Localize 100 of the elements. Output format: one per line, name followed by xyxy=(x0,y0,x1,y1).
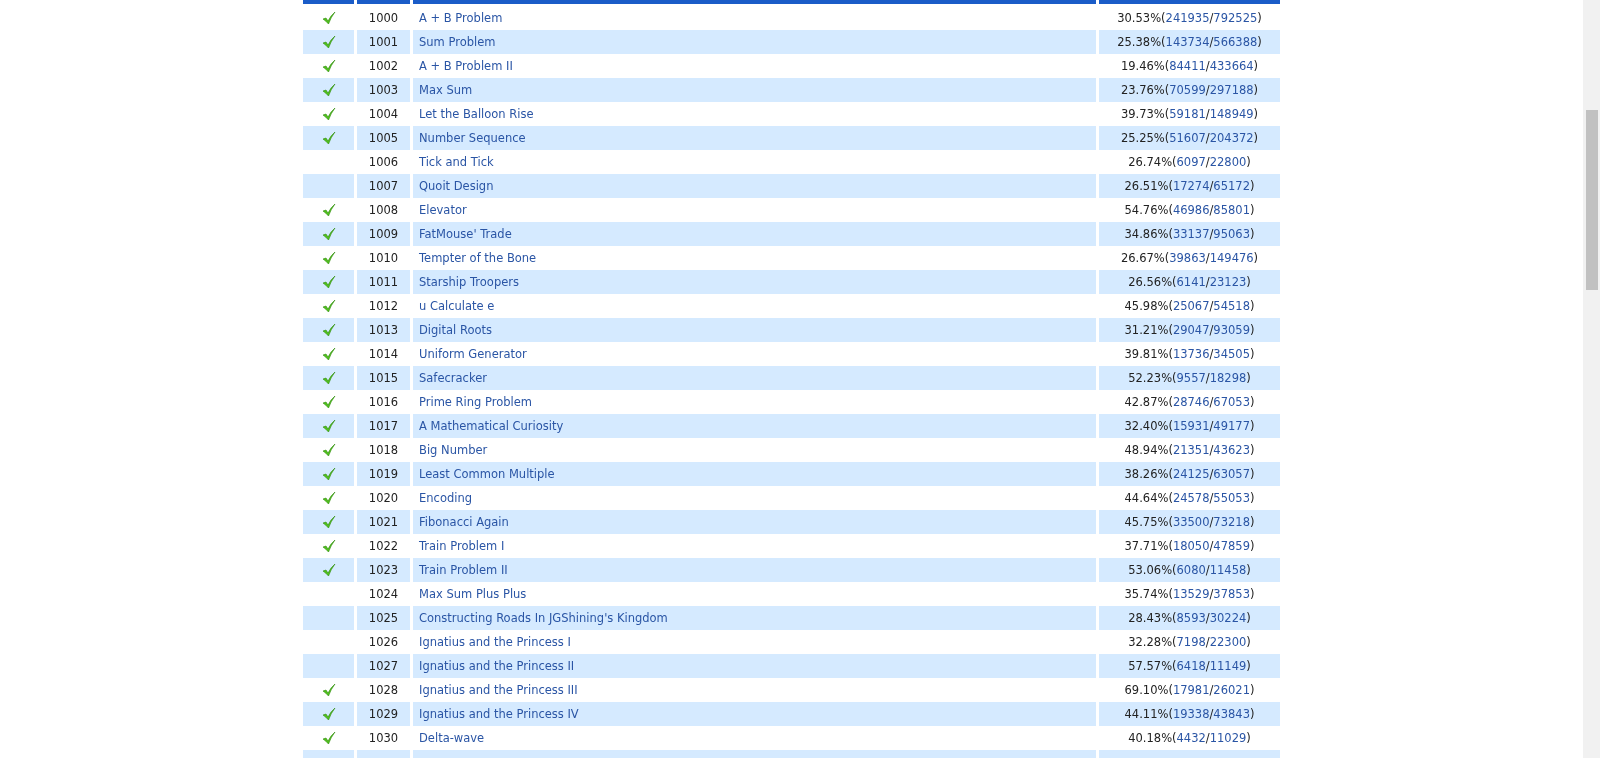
accepted-link[interactable]: 28746 xyxy=(1172,395,1210,409)
accepted-link[interactable]: 9557 xyxy=(1176,371,1206,385)
accepted-link[interactable]: 13529 xyxy=(1172,587,1210,601)
problem-title-link[interactable]: Ignatius and the Princess III xyxy=(413,678,1096,702)
accepted-link[interactable]: 33137 xyxy=(1172,227,1210,241)
problem-title-link[interactable]: A + B Problem xyxy=(413,6,1096,30)
accepted-link[interactable]: 15931 xyxy=(1172,419,1210,433)
accepted-link[interactable]: 46986 xyxy=(1172,203,1210,217)
problem-title-link[interactable]: FatMouse' Trade xyxy=(413,222,1096,246)
submissions-link[interactable]: 65172 xyxy=(1213,179,1250,193)
submissions-link[interactable]: 37853 xyxy=(1213,587,1250,601)
problem-title-link[interactable]: A Mathematical Curiosity xyxy=(413,414,1096,438)
submissions-link[interactable]: 67053 xyxy=(1213,395,1250,409)
submissions-link[interactable]: 85801 xyxy=(1213,203,1250,217)
problem-title-link[interactable]: Big Number xyxy=(413,438,1096,462)
problem-title-link[interactable]: Constructing Roads In JGShining's Kingdom xyxy=(413,606,1096,630)
problem-title-link[interactable]: A + B Problem II xyxy=(413,54,1096,78)
accepted-link[interactable]: 17981 xyxy=(1172,683,1210,697)
submissions-link[interactable]: 22300 xyxy=(1209,635,1247,649)
problem-id: 1026 xyxy=(367,634,400,651)
problem-title-link[interactable]: Safecracker xyxy=(413,366,1096,390)
problem-title-link[interactable]: Fibonacci Again xyxy=(413,510,1096,534)
accepted-link[interactable]: 51607 xyxy=(1169,131,1206,145)
accepted-link[interactable]: 13736 xyxy=(1172,347,1210,361)
submissions-link[interactable]: 43843 xyxy=(1213,707,1250,721)
problem-title-link[interactable]: u Calculate e xyxy=(413,294,1096,318)
problem-title-link[interactable]: Ignatius and the Princess IV xyxy=(413,702,1096,726)
scrollbar-thumb[interactable] xyxy=(1585,110,1598,290)
submissions-link[interactable]: 54518 xyxy=(1213,299,1250,313)
problem-title-link[interactable]: Ignatius and the Princess I xyxy=(413,630,1096,654)
submissions-link[interactable]: 43623 xyxy=(1213,443,1250,457)
accepted-link[interactable]: 24125 xyxy=(1172,467,1210,481)
accepted-link[interactable]: 33500 xyxy=(1172,515,1210,529)
submissions-link[interactable]: 566388 xyxy=(1213,35,1258,49)
submissions-link[interactable]: 26021 xyxy=(1213,683,1250,697)
accepted-link[interactable]: 18050 xyxy=(1172,539,1210,553)
accepted-link[interactable]: 6080 xyxy=(1176,563,1206,577)
submissions-link[interactable]: 55053 xyxy=(1213,491,1250,505)
submissions-link[interactable]: 95063 xyxy=(1213,227,1250,241)
submissions-link[interactable]: 11029 xyxy=(1209,731,1247,745)
problem-title-link[interactable]: Prime Ring Problem xyxy=(413,390,1096,414)
problem-title-link[interactable]: Tempter of the Bone xyxy=(413,246,1096,270)
problem-id: 1018 xyxy=(367,442,400,459)
accepted-link[interactable]: 7198 xyxy=(1176,635,1206,649)
accepted-link[interactable]: 29047 xyxy=(1172,323,1210,337)
problem-title-link[interactable]: Sum Problem xyxy=(413,30,1096,54)
submissions-link[interactable]: 148949 xyxy=(1209,107,1254,121)
accepted-link[interactable]: 21351 xyxy=(1172,443,1210,457)
submissions-link[interactable]: 23123 xyxy=(1209,275,1247,289)
accepted-link[interactable]: 17274 xyxy=(1172,179,1210,193)
accepted-link[interactable]: 6418 xyxy=(1176,659,1206,673)
problem-id: 1013 xyxy=(357,318,410,342)
problem-title-link[interactable]: Uniform Generator xyxy=(413,342,1096,366)
submissions-link[interactable]: 63057 xyxy=(1213,467,1250,481)
problem-title-link[interactable]: Max Sum xyxy=(413,78,1096,102)
submissions-link[interactable]: 34505 xyxy=(1213,347,1250,361)
ratio-cell: 31.21%(29047/93059) xyxy=(1099,318,1280,342)
accepted-link[interactable]: 8593 xyxy=(1176,611,1206,625)
problem-title-link[interactable]: Elevator xyxy=(413,198,1096,222)
problem-title-link[interactable]: Number Sequence xyxy=(413,126,1096,150)
problem-title-link[interactable]: Quoit Design xyxy=(413,174,1096,198)
problem-title-link[interactable]: Let the Balloon Rise xyxy=(413,102,1096,126)
accepted-link[interactable]: 6097 xyxy=(1176,155,1206,169)
problem-title-link[interactable]: Max Sum Plus Plus xyxy=(413,582,1096,606)
submissions-link[interactable]: 11149 xyxy=(1209,659,1247,673)
submissions-link[interactable]: 22800 xyxy=(1209,155,1247,169)
ratio-cell-text: 26.67%(39863/149476) xyxy=(1119,250,1260,267)
problem-title-link[interactable]: Train Problem II xyxy=(413,558,1096,582)
accepted-link[interactable]: 84411 xyxy=(1169,59,1206,73)
problem-title-link[interactable]: Delta-wave xyxy=(413,726,1096,750)
ratio-cell-text: 39.73%(59181/148949) xyxy=(1119,106,1260,123)
problem-title-link[interactable]: Train Problem I xyxy=(413,534,1096,558)
submissions-link[interactable]: 30224 xyxy=(1209,611,1247,625)
submissions-link[interactable]: 47859 xyxy=(1213,539,1250,553)
accepted-link[interactable]: 4432 xyxy=(1176,731,1206,745)
problem-title-link[interactable]: Encoding xyxy=(413,486,1096,510)
submissions-link[interactable]: 297188 xyxy=(1209,83,1254,97)
submissions-link[interactable]: 433664 xyxy=(1209,59,1254,73)
submissions-link[interactable]: 93059 xyxy=(1213,323,1250,337)
accepted-link[interactable]: 25067 xyxy=(1172,299,1210,313)
accepted-link[interactable]: 70599 xyxy=(1169,83,1206,97)
submissions-link[interactable]: 18298 xyxy=(1209,371,1247,385)
accepted-link[interactable]: 143734 xyxy=(1165,35,1210,49)
accepted-link[interactable]: 39863 xyxy=(1169,251,1206,265)
problem-title-link[interactable]: Tick and Tick xyxy=(413,150,1096,174)
submissions-link[interactable]: 49177 xyxy=(1213,419,1250,433)
submissions-link[interactable]: 149476 xyxy=(1209,251,1254,265)
problem-title-link[interactable]: Least Common Multiple xyxy=(413,462,1096,486)
accepted-link[interactable]: 241935 xyxy=(1165,11,1210,25)
problem-title-link[interactable]: Digital Roots xyxy=(413,318,1096,342)
submissions-link[interactable]: 792525 xyxy=(1213,11,1258,25)
submissions-link[interactable]: 11458 xyxy=(1209,563,1247,577)
problem-title-link[interactable]: Starship Troopers xyxy=(413,270,1096,294)
accepted-link[interactable]: 24578 xyxy=(1172,491,1210,505)
submissions-link[interactable]: 73218 xyxy=(1213,515,1250,529)
accepted-link[interactable]: 6141 xyxy=(1176,275,1206,289)
accepted-link[interactable]: 59181 xyxy=(1169,107,1206,121)
accepted-link[interactable]: 19338 xyxy=(1172,707,1210,721)
problem-title-link[interactable]: Ignatius and the Princess II xyxy=(413,654,1096,678)
submissions-link[interactable]: 204372 xyxy=(1209,131,1254,145)
